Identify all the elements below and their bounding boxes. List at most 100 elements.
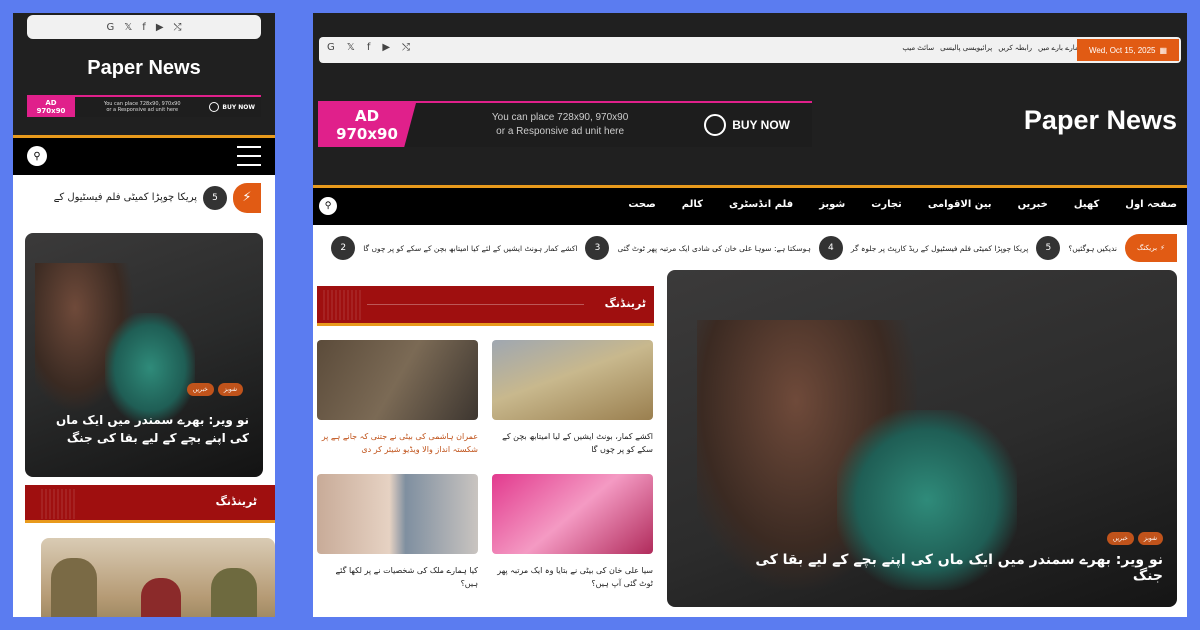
mobile-breaking-ticker: پریکا چوپڑا کمیٹی فلم فیسٹیول کے 5 ⚡ — [13, 175, 275, 220]
mobile-hero-card[interactable]: خبریں شوبز نو ویر: بھرے سمندر میں ایک ما… — [25, 233, 263, 477]
shuffle-icon[interactable]: ⤭ — [402, 42, 410, 53]
ad-text-line1: You can place 728x90, 970x90 — [491, 112, 629, 123]
trending-card[interactable]: اکشے کمار، بونٹ ایشیں کے لیا امیتابھ بچن… — [492, 340, 653, 468]
trending-card[interactable]: سیا علی خان کی بیٹی نے بتایا وہ ایک مرتب… — [492, 474, 653, 602]
ticker-item-text[interactable]: اکشے کمار ہونٹ ایشیں کے لئے کیا امیتابھ … — [363, 244, 577, 253]
ticker-item-text[interactable]: ہوسکتا ہے: سوہا علی خان کی شادی ایک مرتب… — [617, 244, 810, 253]
hero-tags: خبریں شوبز — [1106, 532, 1163, 545]
cart-icon — [209, 102, 220, 112]
hero-card[interactable]: خبریں شوبز نو ویر: بھرے سمندر میں ایک ما… — [667, 270, 1177, 607]
desktop-preview: G 𝕏 f ▶ ⤭ ہمارے بارے میں رابطہ کریں پرائ… — [313, 13, 1187, 617]
main-nav: ⚲ صفحہ اول کھیل خبریں بین الاقوامی تجارت… — [313, 185, 1187, 225]
ad-badge-top: AD — [354, 107, 380, 125]
ad-badge: AD 970x90 — [27, 97, 75, 117]
ticker-item-text[interactable]: ندیکیں ہوگئیں؟ — [1068, 244, 1117, 253]
ticker-text[interactable]: پریکا چوپڑا کمیٹی فلم فیسٹیول کے — [54, 192, 197, 203]
search-icon[interactable]: ⚲ — [27, 146, 47, 166]
facebook-icon[interactable]: f — [142, 22, 146, 33]
hero-title[interactable]: نو ویر: بھرے سمندر میں ایک ماں کی اپنے ب… — [49, 411, 249, 447]
top-link-sitemap[interactable]: سائٹ میپ — [902, 44, 934, 52]
ad-buy-button[interactable]: BUY NOW — [704, 114, 812, 136]
lightning-icon: ⚡ — [1160, 244, 1165, 252]
facebook-icon[interactable]: f — [367, 42, 371, 53]
nav-menu: صفحہ اول کھیل خبریں بین الاقوامی تجارت ش… — [628, 199, 1177, 210]
trending-card-caption[interactable]: عمران ہاشمی کی بیٹی نے جتنی کہ جانے ہے پ… — [317, 420, 478, 468]
trending-card-caption[interactable]: کیا ہمارے ملک کی شخصیات نے پر لکھا گئے ہ… — [317, 554, 478, 602]
trending-card-caption[interactable]: اکشے کمار، بونٹ ایشیں کے لیا امیتابھ بچن… — [492, 420, 653, 468]
tag-news[interactable]: خبریں — [186, 383, 214, 396]
trending-card[interactable]: کیا ہمارے ملک کی شخصیات نے پر لکھا گئے ہ… — [317, 474, 478, 602]
nav-item-health[interactable]: صحت — [628, 199, 655, 210]
mobile-nav: ⚲ — [13, 135, 275, 175]
site-title[interactable]: Paper News — [13, 57, 275, 80]
hero-title[interactable]: نو ویر: بھرے سمندر میں ایک ماں کی اپنے ب… — [743, 552, 1163, 584]
ad-buy-label: BUY NOW — [732, 118, 790, 132]
trending-section: ٹرینڈنگ عمران ہاشمی کی بیٹی نے جتنی کہ ج… — [317, 286, 654, 588]
hamburger-menu-icon[interactable] — [237, 146, 261, 166]
date-badge: Wed, Oct 15, 2025 ▦ — [1077, 39, 1179, 61]
nav-item-news[interactable]: خبریں — [1018, 199, 1048, 210]
top-bar: G 𝕏 f ▶ ⤭ ہمارے بارے میں رابطہ کریں پرائ… — [319, 37, 1181, 63]
ad-badge-top: AD — [45, 99, 57, 107]
ad-text: You can place 728x90, 970x90 or a Respon… — [416, 111, 704, 139]
nav-item-sports[interactable]: کھیل — [1074, 199, 1099, 210]
x-icon[interactable]: 𝕏 — [347, 42, 355, 53]
nav-item-home[interactable]: صفحہ اول — [1125, 199, 1177, 210]
breaking-label: ⚡ بریکنگ — [1125, 234, 1177, 262]
mobile-header: G 𝕏 f ▶ ⤭ Paper News AD 970x90 You can p… — [13, 13, 275, 135]
hero-image-detail — [105, 313, 195, 423]
tag-showbiz[interactable]: شوبز — [217, 383, 243, 396]
trending-card-image[interactable] — [492, 340, 653, 420]
google-icon[interactable]: G — [106, 22, 114, 33]
nav-item-film[interactable]: فلم انڈسٹری — [729, 199, 793, 210]
ad-badge-bottom: 970x90 — [36, 107, 66, 115]
pattern-decoration — [41, 489, 77, 519]
nav-item-showbiz[interactable]: شوبز — [819, 199, 845, 210]
ticker-number: 5 — [203, 185, 227, 210]
ad-banner[interactable]: AD 970x90 You can place 728x90, 970x90 o… — [318, 101, 812, 147]
search-icon[interactable]: ⚲ — [319, 197, 337, 215]
tag-news[interactable]: خبریں — [1106, 532, 1134, 545]
shuffle-icon[interactable]: ⤭ — [174, 22, 182, 33]
top-link-contact[interactable]: رابطہ کریں — [998, 44, 1032, 52]
pattern-decoration — [323, 290, 363, 320]
ad-text-line2: or a Responsive ad unit here — [496, 126, 625, 137]
ad-text-line2: or a Responsive ad unit here — [106, 107, 179, 113]
header-divider — [367, 304, 584, 305]
site-title[interactable]: Paper News — [1024, 105, 1177, 136]
lightning-icon: ⚡ — [233, 182, 261, 213]
mobile-trending-card[interactable] — [41, 538, 275, 617]
trending-card-image[interactable] — [492, 474, 653, 554]
social-icons: G 𝕏 f ▶ ⤭ — [327, 42, 410, 53]
mobile-trending-header: ٹرینڈنگ — [25, 485, 275, 523]
hero-tags: خبریں شوبز — [186, 383, 243, 396]
ad-text: You can place 728x90, 970x90 or a Respon… — [75, 101, 209, 113]
calendar-icon: ▦ — [1159, 45, 1168, 55]
trending-card[interactable]: عمران ہاشمی کی بیٹی نے جتنی کہ جانے ہے پ… — [317, 340, 478, 468]
nav-item-international[interactable]: بین الاقوامی — [928, 199, 992, 210]
trending-grid: عمران ہاشمی کی بیٹی نے جتنی کہ جانے ہے پ… — [317, 340, 654, 602]
youtube-icon[interactable]: ▶ — [382, 42, 390, 53]
top-links: ہمارے بارے میں رابطہ کریں پرائیویسی پالی… — [902, 44, 1083, 52]
nav-item-business[interactable]: تجارت — [871, 199, 902, 210]
ticker-item-text[interactable]: پریکا چوپڑا کمیٹی فلم فیسٹیول کے ریڈ کار… — [851, 244, 1028, 253]
ad-buy-button[interactable]: BUY NOW — [209, 102, 261, 112]
card-image-figure — [51, 558, 97, 617]
x-icon[interactable]: 𝕏 — [124, 22, 132, 33]
ticker-item-number: 3 — [585, 236, 610, 260]
top-link-privacy[interactable]: پرائیویسی پالیسی — [940, 44, 992, 52]
tag-showbiz[interactable]: شوبز — [1137, 532, 1163, 545]
mobile-preview: G 𝕏 f ▶ ⤭ Paper News AD 970x90 You can p… — [13, 13, 275, 617]
trending-card-caption[interactable]: سیا علی خان کی بیٹی نے بتایا وہ ایک مرتب… — [492, 554, 653, 602]
ticker-item-number: 4 — [818, 236, 843, 260]
ad-buy-label: BUY NOW — [222, 103, 255, 111]
trending-card-image[interactable] — [317, 474, 478, 554]
youtube-icon[interactable]: ▶ — [156, 22, 164, 33]
mobile-social-bar: G 𝕏 f ▶ ⤭ — [27, 15, 261, 39]
ad-banner[interactable]: AD 970x90 You can place 728x90, 970x90 o… — [27, 95, 261, 117]
nav-item-column[interactable]: کالم — [682, 199, 703, 210]
google-icon[interactable]: G — [327, 42, 335, 53]
card-image-figure — [211, 568, 257, 617]
trending-label: ٹرینڈنگ — [604, 297, 646, 310]
trending-card-image[interactable] — [317, 340, 478, 420]
